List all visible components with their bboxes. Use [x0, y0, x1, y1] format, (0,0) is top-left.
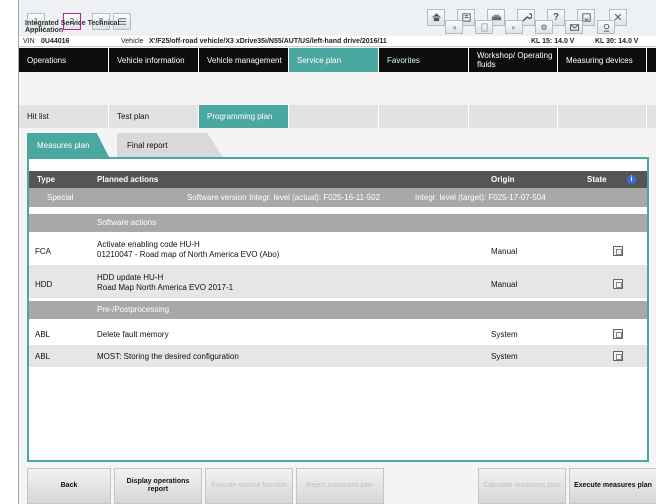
row-origin: System [491, 330, 518, 339]
email-button[interactable] [565, 20, 583, 34]
compare-button[interactable] [597, 20, 615, 34]
tab-final-report[interactable]: Final report [117, 133, 223, 157]
col-origin: Origin [491, 175, 515, 184]
vehicle-value: X'/F25/off-road vehicle/X3 xDrive35i/N55… [149, 38, 387, 45]
subnav-test-plan[interactable]: Test plan [109, 105, 199, 128]
app-window: 1 2 3 Integrated Service Technical Appli… [18, 0, 656, 504]
subnav-programming-plan[interactable]: Programming plan [199, 105, 289, 128]
software-version-label: Software version [187, 193, 247, 202]
settings-button[interactable]: ⚙ [535, 20, 553, 34]
forward-icon: ▸ [511, 22, 516, 32]
execute-service-function-button[interactable]: Execute service function [205, 468, 293, 504]
nav-measuring-devices[interactable]: Measuring devices [558, 48, 647, 72]
subnav-empty-3 [469, 105, 558, 128]
toolbar: 1 2 3 Integrated Service Technical Appli… [19, 0, 656, 36]
col-planned-actions: Planned actions [97, 175, 159, 184]
table-row[interactable]: ABL Delete fault memory System [29, 323, 647, 345]
display-operations-report-button[interactable]: Display operations report [114, 468, 202, 504]
table-header: Type Planned actions Origin State i [29, 171, 647, 188]
subnav-hit-list[interactable]: Hit list [19, 105, 109, 128]
subnav-empty-2 [379, 105, 469, 128]
app-title-line2: Application [25, 27, 64, 34]
row-action-line2: 01210047 - Road map of North America EVO… [97, 250, 280, 259]
nav-service-plan[interactable]: Service plan [289, 48, 379, 72]
back-button[interactable]: Back [27, 468, 111, 504]
subnav-empty-4 [558, 105, 647, 128]
nav-vehicle-information[interactable]: Vehicle information [109, 48, 199, 72]
nav-workshop-operating-fluids[interactable]: Workshop/ Operating fluids [469, 48, 558, 72]
nav-vehicle-management[interactable]: Vehicle management [199, 48, 289, 72]
nav-operations[interactable]: Operations [19, 48, 109, 72]
main-nav: Operations Vehicle information Vehicle m… [19, 48, 656, 72]
subnav-empty-1 [289, 105, 379, 128]
special-label: Special [47, 193, 74, 202]
section-label: Software actions [97, 218, 157, 227]
integr-level-actual: Integr. level (actual): F025-16-11-502 [249, 193, 381, 202]
forward-nav-button[interactable]: ▸ [505, 20, 523, 34]
measures-plan-panel: Type Planned actions Origin State i Spec… [27, 157, 649, 462]
document-button[interactable] [475, 20, 493, 34]
row-origin: System [491, 352, 518, 361]
state-checkbox[interactable] [613, 246, 623, 256]
row-action-line1: Activate enabling code HU-H [97, 240, 200, 249]
section-pre-postprocessing: Pre-/Postprocessing [29, 301, 647, 319]
table-row[interactable]: ABL MOST: Storing the desired configurat… [29, 345, 647, 367]
app-title: Integrated Service Technical Application [25, 20, 119, 34]
section-label: Pre-/Postprocessing [97, 305, 170, 314]
document-icon [480, 22, 488, 32]
sub-nav: Hit list Test plan Programming plan [19, 105, 656, 128]
row-origin: Manual [491, 280, 518, 289]
vehicle-label: Vehicle [121, 38, 144, 45]
kl15-voltage: KL 15: 14.0 V [531, 38, 575, 45]
execute-measures-plan-button[interactable]: Execute measures plan [569, 468, 656, 504]
row-action-line1: HDD update HU-H [97, 273, 164, 282]
vin-label: VIN [23, 38, 35, 45]
back-icon: ◂ [451, 22, 456, 32]
gear-icon: ⚙ [540, 22, 548, 32]
nav-favorites[interactable]: Favorites [379, 48, 469, 72]
kl30-voltage: KL 30: 14.0 V [595, 38, 639, 45]
special-row: Special Software version Integr. level (… [29, 188, 647, 207]
table-row[interactable]: FCA Activate enabling code HU-H 01210047… [29, 232, 647, 265]
tab-measures-plan[interactable]: Measures plan [27, 133, 109, 157]
row-type: FCA [35, 247, 51, 256]
compare-icon [603, 23, 609, 32]
state-checkbox[interactable] [613, 351, 623, 361]
row-action-line1: MOST: Storing the desired configuration [97, 352, 239, 361]
section-software-actions: Software actions [29, 214, 647, 232]
home-button[interactable] [427, 9, 445, 26]
integr-level-target: Integr. level (target): F025-17-07-504 [415, 193, 546, 202]
reject-measures-plan-button[interactable]: Reject measures plan [296, 468, 384, 504]
row-action-line2: Road Map North America EVO 2017-1 [97, 283, 234, 292]
col-type: Type [37, 175, 56, 184]
vin-value: 0U44016 [41, 38, 70, 45]
back-nav-button[interactable]: ◂ [445, 20, 463, 34]
action-bar: Back Display operations report Execute s… [27, 468, 656, 504]
calculate-measures-plan-button[interactable]: Calculate measures plan [478, 468, 566, 504]
bottom-spacer [387, 468, 475, 504]
email-icon [569, 23, 579, 31]
vehicle-info-bar: VIN 0U44016 Vehicle X'/F25/off-road vehi… [19, 36, 656, 47]
row-action-line1: Delete fault memory [97, 330, 169, 339]
table-row[interactable]: HDD HDD update HU-H Road Map North Ameri… [29, 265, 647, 298]
row-type: ABL [35, 330, 51, 339]
app-title-line1: Integrated Service Technical [25, 20, 120, 27]
help-icon: ? [552, 12, 560, 23]
col-state: State [587, 175, 607, 184]
row-origin: Manual [491, 247, 518, 256]
info-icon[interactable]: i [627, 175, 636, 184]
state-checkbox[interactable] [613, 279, 623, 289]
row-type: HDD [35, 280, 53, 289]
row-type: ABL [35, 352, 51, 361]
home-icon [431, 13, 441, 22]
state-checkbox[interactable] [613, 329, 623, 339]
